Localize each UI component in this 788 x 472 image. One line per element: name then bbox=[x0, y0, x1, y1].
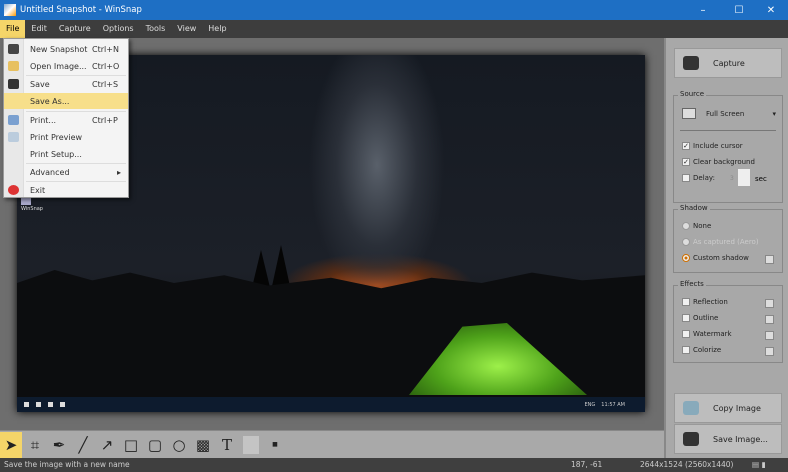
window-title: Untitled Snapshot - WinSnap bbox=[20, 5, 142, 15]
status-bar: Save the image with a new name 187, -61 … bbox=[0, 458, 788, 472]
source-dropdown[interactable]: Full Screen▾ bbox=[682, 108, 776, 119]
taskbar: ENG 11:57 AM bbox=[17, 397, 645, 412]
status-message: Save the image with a new name bbox=[4, 458, 130, 472]
sec-label: sec bbox=[755, 175, 767, 183]
shadow-custom-radio[interactable]: Custom shadow bbox=[682, 254, 749, 262]
minimize-button[interactable]: – bbox=[686, 0, 720, 20]
save-image-button[interactable]: Save Image... bbox=[674, 424, 782, 454]
menu-item-open-image[interactable]: Open Image...Ctrl+O bbox=[4, 58, 128, 74]
menu-tools[interactable]: Tools bbox=[140, 20, 172, 38]
crop-tool-icon[interactable]: ⌗ bbox=[24, 432, 46, 458]
menu-file[interactable]: File bbox=[0, 20, 25, 38]
menu-item-new-snapshot[interactable]: New SnapshotCtrl+N bbox=[4, 41, 128, 57]
color-picker[interactable] bbox=[240, 432, 262, 458]
watermark-settings-button[interactable] bbox=[765, 331, 774, 340]
menu-item-print-setup[interactable]: Print Setup... bbox=[4, 146, 128, 162]
menu-item-exit[interactable]: Exit bbox=[4, 182, 128, 198]
watermark-checkbox[interactable]: Watermark bbox=[682, 330, 732, 338]
camera-icon bbox=[8, 44, 19, 54]
chrome-icon bbox=[60, 402, 65, 407]
taskbar-time: 11:57 AM bbox=[601, 402, 625, 408]
menu-item-advanced[interactable]: Advanced▸ bbox=[4, 164, 128, 180]
shadow-aero-radio[interactable]: As captured (Aero) bbox=[682, 238, 759, 246]
menu-view[interactable]: View bbox=[171, 20, 202, 38]
copy-icon bbox=[683, 401, 699, 415]
file-menu: New SnapshotCtrl+N Open Image...Ctrl+O S… bbox=[3, 38, 129, 198]
submenu-arrow-icon: ▸ bbox=[117, 168, 121, 177]
explorer-icon bbox=[36, 402, 41, 407]
app-icon bbox=[4, 4, 16, 16]
size-picker[interactable]: ■ bbox=[264, 432, 286, 458]
rounded-rectangle-tool-icon[interactable]: ▢ bbox=[144, 432, 166, 458]
maximize-button[interactable]: ☐ bbox=[722, 0, 756, 20]
app-icon bbox=[48, 402, 53, 407]
reflection-settings-button[interactable] bbox=[765, 299, 774, 308]
camera-icon bbox=[683, 56, 699, 70]
close-button[interactable]: ✕ bbox=[754, 0, 788, 20]
magnifier-icon bbox=[8, 132, 19, 142]
side-panel: Capture Source Full Screen▾ ✓Include cur… bbox=[664, 38, 788, 458]
outline-settings-button[interactable] bbox=[765, 315, 774, 324]
delay-spinner[interactable] bbox=[738, 169, 750, 186]
drawing-toolbar: ➤ ⌗ ✒ ╱ ↗ □ ▢ ○ ▩ T ■ bbox=[0, 430, 664, 458]
copy-image-button[interactable]: Copy Image bbox=[674, 393, 782, 423]
chevron-down-icon: ▾ bbox=[772, 110, 776, 118]
printer-icon bbox=[8, 115, 19, 125]
line-tool-icon[interactable]: ╱ bbox=[72, 432, 94, 458]
floppy-icon bbox=[683, 432, 699, 446]
folder-icon bbox=[8, 61, 19, 71]
clear-background-checkbox[interactable]: ✓Clear background bbox=[682, 158, 755, 166]
menu-item-print[interactable]: Print...Ctrl+P bbox=[4, 112, 128, 128]
start-icon bbox=[24, 402, 29, 407]
shadow-settings-button[interactable] bbox=[765, 255, 774, 264]
text-tool-icon[interactable]: T bbox=[216, 432, 238, 458]
floppy-icon bbox=[8, 79, 19, 89]
colorize-checkbox[interactable]: Colorize bbox=[682, 346, 721, 354]
image-size: 2644x1524 (2560x1440) bbox=[640, 458, 733, 472]
ellipse-tool-icon[interactable]: ○ bbox=[168, 432, 190, 458]
select-tool-icon[interactable]: ➤ bbox=[0, 432, 22, 458]
delay-checkbox[interactable]: Delay: bbox=[682, 174, 715, 182]
shadow-none-radio[interactable]: None bbox=[682, 222, 711, 230]
arrow-tool-icon[interactable]: ↗ bbox=[96, 432, 118, 458]
capture-button[interactable]: Capture bbox=[674, 48, 782, 78]
monitor-icon bbox=[682, 108, 696, 119]
include-cursor-checkbox[interactable]: ✓Include cursor bbox=[682, 142, 743, 150]
shadow-group: Shadow None As captured (Aero) Custom sh… bbox=[673, 209, 783, 273]
pen-tool-icon[interactable]: ✒ bbox=[48, 432, 70, 458]
title-bar: Untitled Snapshot - WinSnap bbox=[0, 0, 788, 20]
outline-checkbox[interactable]: Outline bbox=[682, 314, 718, 322]
colorize-settings-button[interactable] bbox=[765, 347, 774, 356]
menu-bar: File Edit Capture Options Tools View Hel… bbox=[0, 20, 788, 38]
blur-tool-icon[interactable]: ▩ bbox=[192, 432, 214, 458]
menu-options[interactable]: Options bbox=[97, 20, 140, 38]
status-icons: ▤ ▮ bbox=[752, 458, 766, 472]
effects-group: Effects Reflection Outline Watermark Col… bbox=[673, 285, 783, 363]
exit-icon bbox=[8, 185, 19, 195]
menu-item-print-preview[interactable]: Print Preview bbox=[4, 129, 128, 145]
desktop-icon-label: WinSnap bbox=[21, 206, 43, 212]
taskbar-lang: ENG bbox=[584, 402, 595, 408]
reflection-checkbox[interactable]: Reflection bbox=[682, 298, 728, 306]
menu-help[interactable]: Help bbox=[202, 20, 232, 38]
menu-item-save-as[interactable]: Save As... bbox=[4, 93, 128, 109]
source-group: Source Full Screen▾ ✓Include cursor ✓Cle… bbox=[673, 95, 783, 203]
menu-capture[interactable]: Capture bbox=[53, 20, 97, 38]
cursor-coords: 187, -61 bbox=[571, 458, 602, 472]
delay-value: 3 bbox=[730, 175, 734, 182]
menu-edit[interactable]: Edit bbox=[25, 20, 53, 38]
menu-item-save[interactable]: SaveCtrl+S bbox=[4, 76, 128, 92]
rectangle-tool-icon[interactable]: □ bbox=[120, 432, 142, 458]
